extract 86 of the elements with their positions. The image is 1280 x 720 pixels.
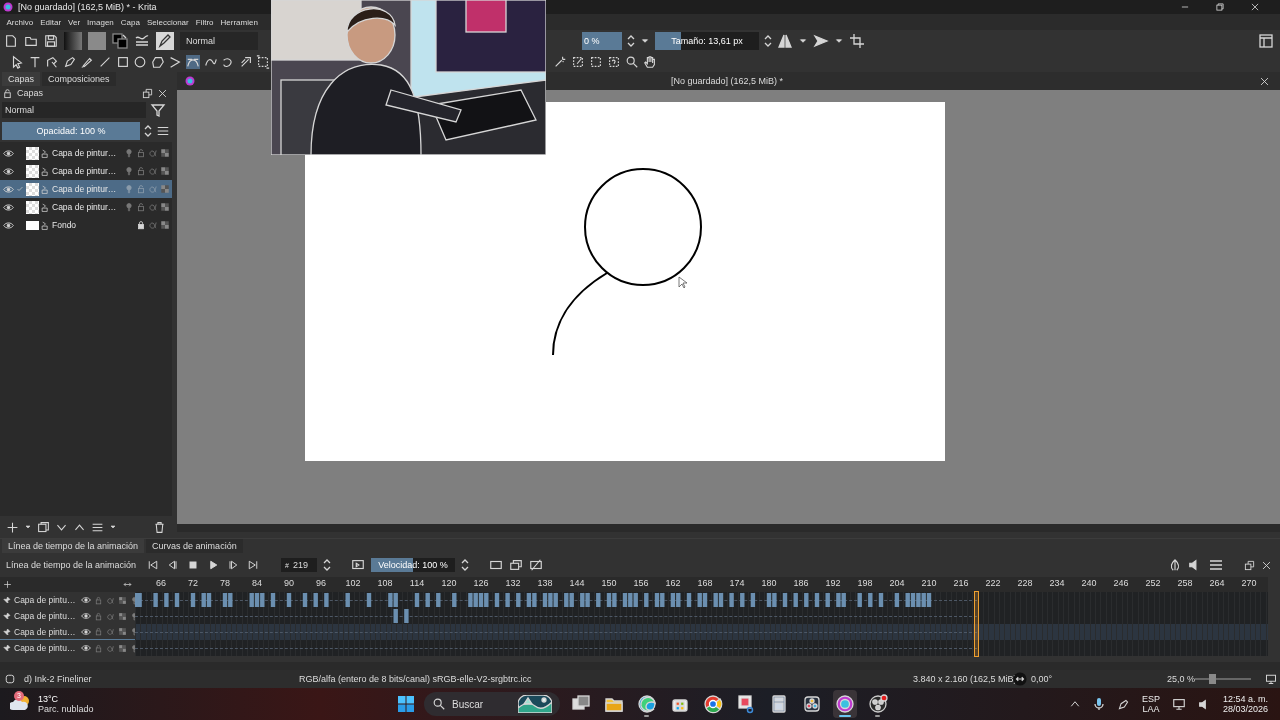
document-tab[interactable]: [No guardado] (162,5 MiB) * [670, 76, 784, 86]
frame-number: 210 [921, 578, 937, 588]
docker-tab[interactable]: Capas [2, 72, 40, 86]
color-space: RGB/alfa (entero de 8 bits/canal) sRGB-elle-V2-srgbtrc.icc [299, 674, 533, 684]
menu-item[interactable]: Ver [64, 17, 84, 27]
opacity-field[interactable]: 0 % [582, 32, 622, 50]
layer-row[interactable]: Fondo [0, 216, 172, 234]
menu-item[interactable]: Editar [36, 17, 65, 27]
frame-number: 252 [1145, 578, 1161, 588]
frame-number: 222 [985, 578, 1001, 588]
frame-number: 90 [284, 578, 294, 588]
frame-number: 96 [316, 578, 326, 588]
frame-number: 162 [665, 578, 681, 588]
temperature: 13°C [38, 694, 60, 704]
menu-item[interactable]: Seleccionar [143, 17, 193, 27]
track-name: Capa de pintu… [14, 595, 76, 605]
frame-number: 150 [601, 578, 617, 588]
menu-item[interactable]: Archivo [3, 17, 37, 27]
track-name: Capa de pintu… [14, 611, 76, 621]
frame-number: 228 [1017, 578, 1033, 588]
size-field[interactable]: Tamaño: 13,61 px [655, 32, 759, 50]
date[interactable]: 28/03/2026 [1222, 704, 1268, 714]
frame-number: 246 [1113, 578, 1129, 588]
frame-number: 234 [1049, 578, 1065, 588]
layer-name: Fondo [52, 220, 77, 230]
docker-title: Línea de tiempo de la animación [6, 560, 138, 570]
menu-item[interactable]: Filtro [192, 17, 217, 27]
frame-number: 186 [793, 578, 809, 588]
brush-name: d) Ink-2 Fineliner [24, 674, 93, 684]
frame-number: 138 [537, 578, 553, 588]
menu-item[interactable]: Herramien [217, 17, 262, 27]
frame-number: 168 [697, 578, 713, 588]
weather-condition: Parc. nublado [38, 704, 94, 714]
frame-number: 240 [1081, 578, 1097, 588]
frame-number: 180 [761, 578, 777, 588]
time[interactable]: 12:54 a. m. [1222, 694, 1268, 704]
frame-number: 156 [633, 578, 649, 588]
frame-number: 72 [188, 578, 198, 588]
track-header[interactable]: Capa de pintu… [0, 608, 135, 624]
frame-number: 174 [729, 578, 745, 588]
frame-number: 132 [505, 578, 521, 588]
docker-tab[interactable]: Composiciones [42, 72, 116, 86]
docker-tab[interactable]: Línea de tiempo de la animación [2, 539, 145, 553]
frame-number: 264 [1209, 578, 1225, 588]
frame-number: 144 [569, 578, 585, 588]
track-header[interactable]: Capa de pintu… [0, 624, 135, 640]
layer-row[interactable]: Capa de pintur… [0, 162, 172, 180]
frame-number: 204 [889, 578, 905, 588]
rotation: 0,00° [1031, 674, 1054, 684]
frame-number: 66 [156, 578, 166, 588]
frame-number: 114 [409, 578, 425, 588]
docker-title: Capas [17, 88, 43, 98]
frame-number: 78 [220, 578, 230, 588]
docker-tab[interactable]: Curvas de animación [146, 539, 243, 553]
layer-row[interactable]: Capa de pintur… [0, 144, 172, 162]
frame-number: 270 [1241, 578, 1257, 588]
zoom-level: 25,0 % [1167, 674, 1195, 684]
menu-item[interactable]: Capa [117, 17, 144, 27]
search-box[interactable]: Buscar [423, 692, 560, 716]
keyboard-layout[interactable]: LAA [1142, 704, 1160, 714]
track-header[interactable]: Capa de pintu… [0, 640, 135, 656]
layer-name: Capa de pintur… [52, 202, 117, 212]
menu-item[interactable]: Imagen [83, 17, 118, 27]
track-name: Capa de pintu… [14, 643, 76, 653]
layer-row[interactable]: Capa de pintur… [0, 198, 172, 216]
layer-name: Capa de pintur… [52, 166, 117, 176]
search-field[interactable]: Buscar [451, 698, 512, 710]
opacity-slider[interactable]: Opacidad: 100 % [2, 122, 140, 140]
frame-number: 102 [345, 578, 361, 588]
frame-number: 120 [441, 578, 457, 588]
language[interactable]: ESP [1141, 694, 1160, 704]
frame-number: 108 [377, 578, 393, 588]
frame-number: 84 [252, 578, 262, 588]
frame-number: 258 [1177, 578, 1193, 588]
track-name: Capa de pintu… [14, 626, 76, 637]
layer-name: Capa de pintur… [52, 148, 117, 158]
frame-number: 126 [473, 578, 489, 588]
frame-number: 216 [953, 578, 969, 588]
frame-number: 192 [825, 578, 841, 588]
window-title: [No guardado] (162,5 MiB) * - Krita [18, 2, 157, 12]
blend-mode-field[interactable]: Normal [180, 32, 258, 50]
layer-row[interactable]: Capa de pintur… [0, 180, 172, 198]
frame-number: 198 [857, 578, 873, 588]
layer-name: Capa de pintur… [52, 184, 117, 194]
track-header[interactable]: Capa de pintu… [0, 592, 135, 608]
blend-mode-dropdown[interactable]: Normal [2, 102, 146, 118]
